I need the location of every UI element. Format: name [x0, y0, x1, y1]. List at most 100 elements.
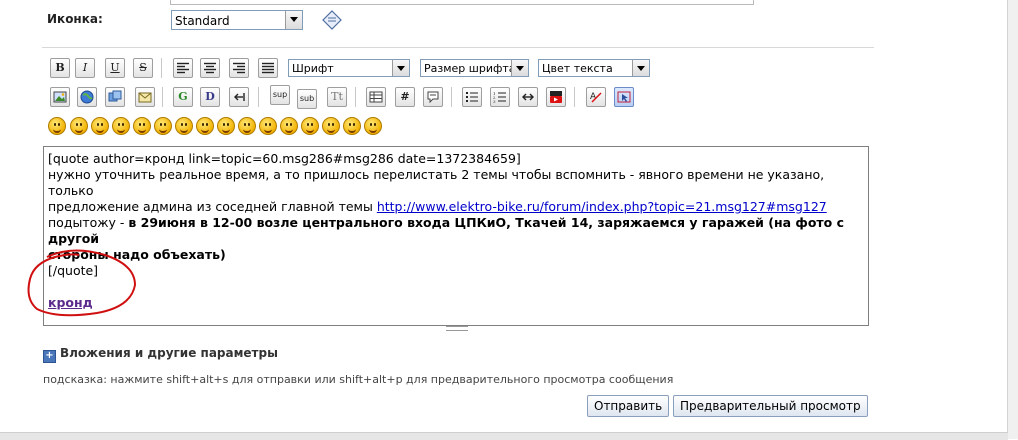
smiley-angry-icon[interactable] [133, 117, 151, 135]
smiley-shocked-icon[interactable] [175, 117, 193, 135]
toolbar-separator [574, 87, 575, 107]
align-right-icon [233, 62, 245, 74]
smiley-sad-icon[interactable] [154, 117, 172, 135]
message-line: предложение админа из соседней главной т… [48, 199, 864, 215]
smiley-embarrassed-icon[interactable] [280, 117, 298, 135]
smiley-tongue-icon[interactable] [259, 117, 277, 135]
table-icon [369, 91, 383, 103]
icon-select[interactable]: Standard [171, 10, 303, 30]
youtube-button[interactable] [546, 87, 566, 107]
bold-button[interactable]: B [50, 58, 70, 78]
message-text: предложение админа из соседней главной т… [48, 199, 377, 214]
text-color-select-value: Цвет текста [542, 62, 613, 75]
attachments-toggle[interactable]: + Вложения и другие параметры [43, 346, 278, 363]
smiley-lipsrsealed-icon[interactable] [301, 117, 319, 135]
subject-field-frame [170, 0, 754, 5]
chevron-down-icon[interactable] [632, 60, 649, 76]
toolbar-separator [161, 58, 162, 78]
youtube-icon [550, 91, 562, 103]
insert-quote-button[interactable] [423, 87, 443, 107]
toggle-view-button[interactable] [614, 87, 634, 107]
shortcut-hint: подсказка: нажмите shift+alt+s для отпра… [43, 373, 674, 386]
font-face-select-value: Шрифт [292, 62, 334, 75]
numbered-list-button[interactable]: 123 [490, 87, 510, 107]
image-icon [53, 91, 67, 103]
forum-topic-link[interactable]: http://www.elektro-bike.ru/forum/index.p… [377, 199, 827, 214]
icon-label: Иконка: [47, 12, 103, 26]
quote-icon [427, 91, 439, 104]
bullet-list-button[interactable] [462, 87, 482, 107]
scrollbar-track[interactable] [1007, 0, 1018, 439]
smiley-smile-icon[interactable] [48, 117, 66, 135]
insert-email-button[interactable] [135, 87, 155, 107]
chevron-down-icon[interactable] [511, 60, 528, 76]
insert-code-button[interactable]: # [395, 87, 415, 107]
superscript-button[interactable]: sup [270, 85, 290, 105]
smiley-cheesy-icon[interactable] [91, 117, 109, 135]
message-bold-text: в 29июня в 12-00 возле центрального вход… [48, 215, 845, 246]
smiley-undecided-icon[interactable] [322, 117, 340, 135]
font-size-select[interactable]: Размер шрифта [420, 59, 529, 77]
teletype-button[interactable]: Tt [327, 87, 347, 107]
envelope-icon [138, 92, 152, 103]
ftp-icon [108, 90, 122, 102]
underline-button[interactable]: U [105, 58, 125, 78]
toolbar-separator [258, 87, 259, 107]
textarea-resize-handle[interactable] [43, 325, 869, 331]
smiley-kiss-icon[interactable] [343, 117, 361, 135]
smiley-wink-icon[interactable] [70, 117, 88, 135]
subscript-button[interactable]: sub [297, 89, 317, 109]
justify-button[interactable] [258, 58, 278, 78]
font-face-select[interactable]: Шрифт [288, 59, 410, 77]
justify-icon [262, 62, 274, 74]
preview-button[interactable]: Предварительный просмотр [673, 395, 868, 417]
align-left-icon [177, 62, 189, 74]
align-left-button[interactable] [173, 58, 193, 78]
smiley-cool-icon[interactable] [196, 117, 214, 135]
smiley-huh-icon[interactable] [217, 117, 235, 135]
quote-close-tag: [/quote] [48, 263, 99, 278]
insert-link-button[interactable] [77, 87, 97, 107]
remove-formatting-button[interactable]: A [586, 87, 606, 107]
post-icon-preview-icon [322, 10, 342, 30]
italic-button[interactable]: I [75, 58, 95, 78]
message-bold-line: стороны надо объехать) [48, 247, 226, 262]
smiley-cry-icon[interactable] [364, 117, 382, 135]
globe-icon [80, 90, 94, 104]
insert-table-button[interactable] [366, 87, 386, 107]
message-text: подытожу - [48, 215, 129, 230]
strikethrough-button[interactable]: S [133, 58, 153, 78]
toggle-view-icon [617, 91, 631, 103]
message-line: подытожу - в 29июня в 12-00 возле центра… [48, 215, 864, 247]
shadow-button[interactable]: D [200, 87, 220, 107]
remove-format-icon: A [590, 92, 602, 103]
toolbar-separator [451, 87, 452, 107]
smiley-rolleyes-icon[interactable] [238, 117, 256, 135]
insert-image-button[interactable] [50, 87, 70, 107]
move-left-icon [234, 93, 245, 101]
align-center-icon [204, 62, 216, 74]
text-color-select[interactable]: Цвет текста [538, 59, 650, 77]
svg-text:3: 3 [493, 99, 496, 103]
font-size-select-value: Размер шрифта [424, 62, 516, 75]
marquee-button[interactable] [229, 87, 249, 107]
align-center-button[interactable] [200, 58, 220, 78]
align-right-button[interactable] [229, 58, 249, 78]
quote-open-tag: [quote author=кронд link=topic=60.msg286… [48, 151, 521, 166]
expand-plus-icon[interactable]: + [43, 350, 56, 363]
bullet-list-icon [466, 92, 478, 102]
smiley-grin-icon[interactable] [112, 117, 130, 135]
icon-select-value: Standard [175, 14, 230, 28]
username-mention[interactable]: кронд [48, 295, 864, 311]
chevron-down-icon[interactable] [392, 60, 409, 76]
message-textarea[interactable]: [quote author=кронд link=topic=60.msg286… [43, 146, 869, 326]
horizontal-rule-icon [522, 93, 534, 101]
insert-ftp-button[interactable] [105, 87, 125, 107]
section-divider [42, 47, 874, 48]
toolbar-separator [355, 87, 356, 107]
glow-button[interactable]: G [173, 87, 193, 107]
horizontal-rule-button[interactable] [518, 87, 538, 107]
chevron-down-icon[interactable] [285, 11, 302, 29]
send-button[interactable]: Отправить [587, 395, 669, 417]
